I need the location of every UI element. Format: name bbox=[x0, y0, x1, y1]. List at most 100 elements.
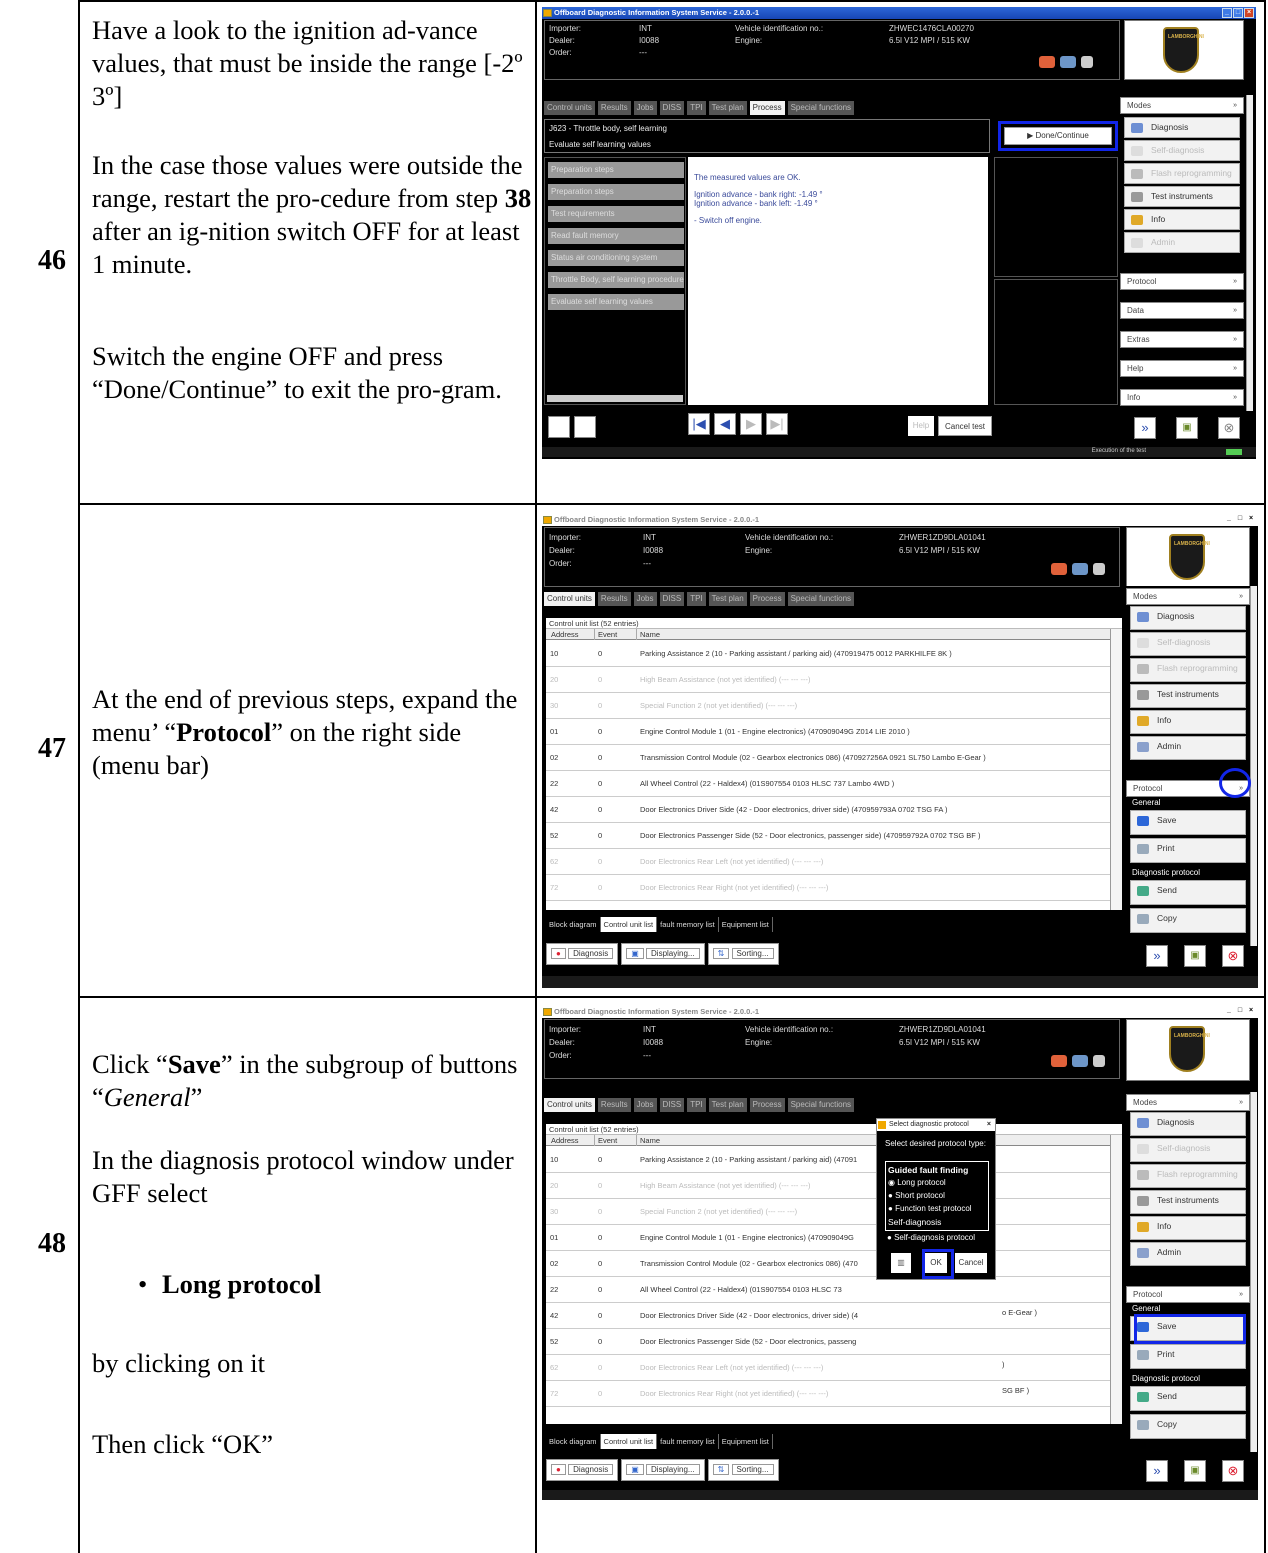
expand-icon[interactable]: » bbox=[1233, 274, 1237, 289]
exit-icon[interactable]: ⊗ bbox=[1222, 945, 1244, 967]
mode-flash-button[interactable]: Flash reprogramming bbox=[1124, 163, 1240, 184]
document-icon[interactable]: ▤ bbox=[548, 416, 570, 438]
tab-control-unit-list[interactable]: Control unit list bbox=[600, 917, 658, 932]
table-scrollbar[interactable] bbox=[1110, 1135, 1122, 1424]
tab-special-functions[interactable]: Special functions bbox=[787, 1098, 855, 1112]
tab-results[interactable]: Results bbox=[597, 1098, 631, 1112]
long-protocol-option[interactable]: ◉ Long protocol bbox=[888, 1178, 946, 1187]
tab-diss[interactable]: DISS bbox=[659, 101, 685, 115]
mode-flash-button[interactable]: Flash reprogramming bbox=[1130, 1164, 1246, 1188]
extras-header[interactable]: Extras » bbox=[1120, 331, 1244, 348]
tab-equipment-list[interactable]: Equipment list bbox=[718, 917, 773, 932]
expand-icon[interactable]: » bbox=[1233, 303, 1237, 318]
tab-block-diagram[interactable]: Block diagram bbox=[546, 1434, 601, 1449]
mode-admin-button[interactable]: Admin bbox=[1124, 232, 1240, 253]
menu-scrollbar[interactable] bbox=[1250, 1092, 1257, 1452]
mode-test-instruments-button[interactable]: Test instruments bbox=[1130, 1190, 1246, 1214]
table-row[interactable]: 01 0 Engine Control Module 1 (01 - Engine … bbox=[546, 719, 1110, 745]
table-row[interactable]: 10 0 Parking Assistance 2 (10 - Parking as… bbox=[546, 641, 1110, 667]
collapse-icon[interactable]: » bbox=[1239, 589, 1243, 604]
table-row[interactable]: 52 0 Door Electronics Passenger Side (52 -… bbox=[546, 823, 1110, 849]
table-row[interactable]: 10 0 Parking Assistance 2 (10 - Parking as… bbox=[546, 1147, 1110, 1173]
tab-control-units[interactable]: Control units bbox=[544, 1098, 595, 1112]
short-protocol-option[interactable]: ● Short protocol bbox=[888, 1191, 945, 1200]
protocol-copy-button[interactable]: Copy bbox=[1130, 1414, 1246, 1439]
tab-jobs[interactable]: Jobs bbox=[633, 101, 657, 115]
column-header[interactable]: Event bbox=[594, 629, 617, 640]
forward-icon[interactable]: » bbox=[1134, 417, 1156, 439]
tab-tpi[interactable]: TPI bbox=[687, 592, 706, 606]
protocol-save-button[interactable]: Save bbox=[1130, 810, 1246, 835]
protocol-send-button[interactable]: Send bbox=[1130, 880, 1246, 905]
table-row[interactable]: 22 0 All Wheel Control (22 - Haldex4) (01S… bbox=[546, 1277, 1110, 1303]
mode-test-instruments-button[interactable]: Test instruments bbox=[1130, 684, 1246, 708]
diagnosis-button[interactable]: ● Diagnosis bbox=[546, 1459, 619, 1481]
tab-process[interactable]: Process bbox=[749, 101, 785, 115]
table-scrollbar[interactable] bbox=[1110, 629, 1122, 910]
table-row[interactable]: 22 0 All Wheel Control (22 - Haldex4) (01S… bbox=[546, 771, 1110, 797]
last-step-icon[interactable]: ▶| bbox=[766, 413, 788, 435]
zoom-icon[interactable]: ⊕ bbox=[574, 416, 596, 438]
data-header[interactable]: Data » bbox=[1120, 302, 1244, 319]
window-icon[interactable]: ▣ bbox=[1176, 417, 1198, 439]
tab-tpi[interactable]: TPI bbox=[687, 101, 706, 115]
tab-diss[interactable]: DISS bbox=[659, 1098, 685, 1112]
table-row[interactable]: 52 0 Door Electronics Passenger Side (52 -… bbox=[546, 1329, 1110, 1355]
column-header[interactable]: Address bbox=[548, 629, 579, 640]
table-row[interactable]: 30 0 Special Function 2 (not yet identifie… bbox=[546, 693, 1110, 719]
tab-special-functions[interactable]: Special functions bbox=[787, 592, 855, 606]
horizontal-scrollbar[interactable] bbox=[547, 395, 683, 402]
mode-info-button[interactable]: Info bbox=[1130, 1216, 1246, 1240]
mode-self-diagnosis-button[interactable]: Self-diagnosis bbox=[1130, 632, 1246, 656]
close-icon[interactable]: × bbox=[1246, 1007, 1256, 1017]
mode-diagnosis-button[interactable]: Diagnosis bbox=[1130, 606, 1246, 630]
protocol-header[interactable]: Protocol » bbox=[1126, 1286, 1250, 1303]
protocol-print-button[interactable]: Print bbox=[1130, 838, 1246, 863]
maximize-icon[interactable]: □ bbox=[1235, 515, 1245, 525]
table-row[interactable]: 62 0 Door Electronics Rear Left (not yet i… bbox=[546, 849, 1110, 875]
tab-special-functions[interactable]: Special functions bbox=[787, 101, 855, 115]
tab-fault-memory-list[interactable]: fault memory list bbox=[657, 917, 719, 932]
protocol-print-button[interactable]: Print bbox=[1130, 1344, 1246, 1369]
table-row[interactable]: 02 0 Transmission Control Module (02 - Gea… bbox=[546, 1251, 1110, 1277]
menu-scrollbar[interactable] bbox=[1250, 586, 1257, 946]
first-step-icon[interactable]: |◀ bbox=[688, 413, 710, 435]
tab-test-plan[interactable]: Test plan bbox=[708, 101, 747, 115]
modes-header[interactable]: Modes » bbox=[1120, 97, 1244, 114]
protocol-copy-button[interactable]: Copy bbox=[1130, 908, 1246, 933]
forward-icon[interactable]: » bbox=[1146, 945, 1168, 967]
dialog-cancel-button[interactable]: Cancel bbox=[955, 1253, 987, 1273]
table-row[interactable]: 72 0 Door Electronics Rear Right (not yet … bbox=[546, 875, 1110, 901]
cancel-test-button[interactable]: Cancel test bbox=[938, 416, 992, 436]
exit-icon[interactable]: ⊗ bbox=[1222, 1460, 1244, 1482]
minimize-icon[interactable]: _ bbox=[1224, 1007, 1234, 1017]
column-header[interactable]: Name bbox=[636, 629, 660, 640]
tab-results[interactable]: Results bbox=[597, 101, 631, 115]
mode-admin-button[interactable]: Admin bbox=[1130, 736, 1246, 760]
protocol-header[interactable]: Protocol » bbox=[1120, 273, 1244, 290]
info-header[interactable]: Info » bbox=[1120, 389, 1244, 406]
help-button[interactable]: Help bbox=[908, 416, 934, 436]
column-header[interactable]: Event bbox=[594, 1135, 617, 1146]
mode-info-button[interactable]: Info bbox=[1130, 710, 1246, 734]
table-row[interactable]: 20 0 High Beam Assistance (not yet identif… bbox=[546, 667, 1110, 693]
tab-results[interactable]: Results bbox=[597, 592, 631, 606]
tab-fault-memory-list[interactable]: fault memory list bbox=[657, 1434, 719, 1449]
table-row[interactable]: 30 0 Special Function 2 (not yet identifie… bbox=[546, 1199, 1110, 1225]
protocol-send-button[interactable]: Send bbox=[1130, 1386, 1246, 1411]
help-header[interactable]: Help » bbox=[1120, 360, 1244, 377]
tab-control-units[interactable]: Control units bbox=[544, 592, 595, 606]
sorting-button[interactable]: ⇅ Sorting... bbox=[707, 943, 779, 965]
tab-control-units[interactable]: Control units bbox=[544, 101, 595, 115]
self-diagnosis-protocol-option[interactable]: ● Self-diagnosis protocol bbox=[887, 1233, 975, 1242]
mode-diagnosis-button[interactable]: Diagnosis bbox=[1124, 117, 1240, 138]
displaying-button[interactable]: ▣ Displaying... bbox=[621, 943, 705, 965]
collapse-icon[interactable]: » bbox=[1233, 98, 1237, 113]
tab-jobs[interactable]: Jobs bbox=[633, 592, 657, 606]
next-step-icon[interactable]: ▶ bbox=[740, 413, 762, 435]
collapse-icon[interactable]: » bbox=[1239, 1287, 1243, 1302]
tab-process[interactable]: Process bbox=[749, 1098, 785, 1112]
previous-step-icon[interactable]: ◀ bbox=[714, 413, 736, 435]
tab-test-plan[interactable]: Test plan bbox=[708, 592, 747, 606]
forward-icon[interactable]: » bbox=[1146, 1460, 1168, 1482]
